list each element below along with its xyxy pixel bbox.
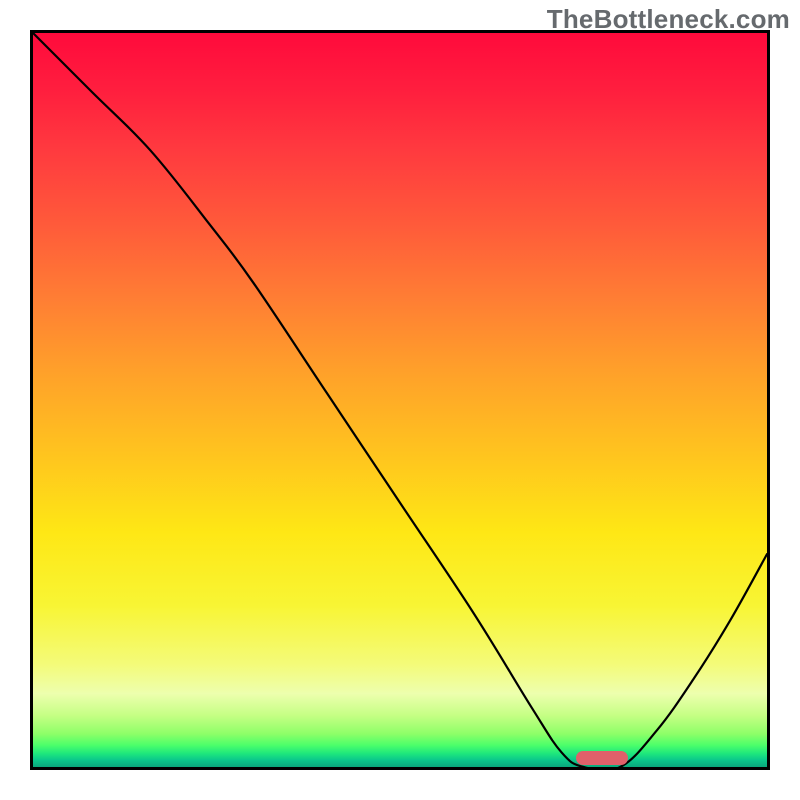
chart-frame xyxy=(30,30,770,770)
chart-curve xyxy=(33,33,767,767)
curve-path xyxy=(33,33,767,767)
optimal-marker xyxy=(576,751,627,765)
